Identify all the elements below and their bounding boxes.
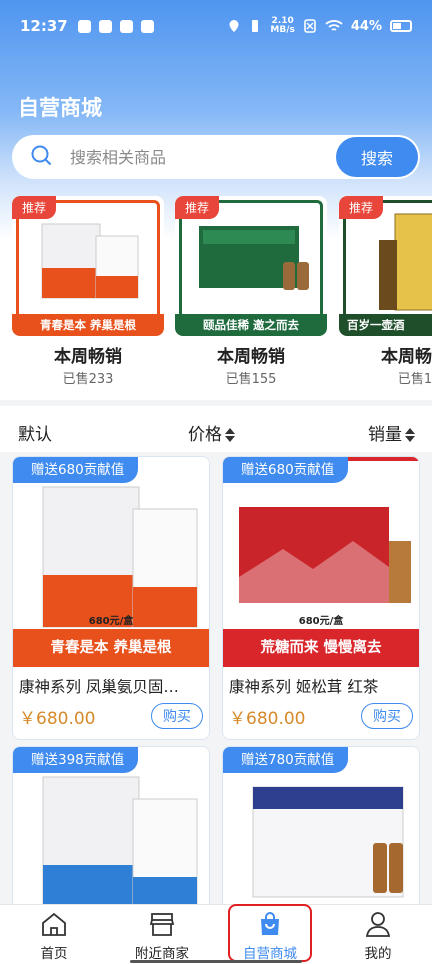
hot-title: 本周畅销 <box>217 347 285 367</box>
gift-points-tag: 赠送680贡献值 <box>13 457 139 483</box>
product-name: 康神系列 姬松茸 红茶 <box>229 678 379 696</box>
product-price: ￥680.00 <box>229 708 306 729</box>
recommend-tag: 推荐 <box>175 196 220 219</box>
product-image: 赠送398贡献值 <box>13 747 209 904</box>
status-time: 12:37 <box>20 17 68 35</box>
gift-points-tag: 赠送680贡献值 <box>223 457 349 483</box>
product-grid: 赠送680贡献值 680元/盒 青春是本 养巢是根 康神系列 凤巢氨贝固… ￥6… <box>0 452 432 904</box>
search-input[interactable] <box>70 147 336 167</box>
weekly-bestseller-row[interactable]: 推荐 青春是本 养巢是根 本周畅销 已售233 推荐 颐品佳稀 邀之而去 本周畅… <box>12 196 432 396</box>
home-icon <box>42 912 66 936</box>
product-name: 康神系列 凤巢氨贝固… <box>19 678 179 696</box>
product-image: 赠送680贡献值 680元/盒 青春是本 养巢是根 <box>13 457 209 667</box>
hot-sold-count: 已售155 <box>225 372 277 387</box>
hot-banner-text: 百岁一壶酒 <box>339 314 432 336</box>
search-button[interactable]: 搜索 <box>336 137 418 177</box>
battery-percent: 44% <box>350 18 382 34</box>
hot-product-image: 推荐 百岁一壶酒 <box>339 196 432 336</box>
wifi-icon <box>325 20 343 31</box>
buy-button[interactable]: 购买 <box>151 703 203 729</box>
tab-home[interactable]: 首页 <box>0 905 108 964</box>
package-price-label: 680元/盒 <box>298 616 344 627</box>
hot-product-card[interactable]: 推荐 百岁一壶酒 本周畅销 已售1 <box>339 196 432 390</box>
product-card[interactable]: 赠送398贡献值 <box>12 746 210 904</box>
active-tab-highlight <box>228 904 312 962</box>
product-card[interactable]: 赠送680贡献值 680元/盒 荒糖而来 慢慢离去 康神系列 姬松茸 红茶 ￥6… <box>222 456 420 740</box>
location-icon <box>229 20 239 32</box>
search-bar[interactable]: 搜索 <box>12 135 420 179</box>
status-bar: 12:37 2.10 MB/s 44% <box>0 0 432 52</box>
sort-arrows-icon <box>405 428 415 442</box>
hot-banner-text: 颐品佳稀 邀之而去 <box>175 314 327 336</box>
store-icon <box>149 913 175 936</box>
sort-default[interactable]: 默认 <box>18 420 52 445</box>
sort-bar: 默认 价格 销量 <box>0 406 432 452</box>
hot-sold-count: 已售233 <box>62 372 114 387</box>
package-price-label: 680元/盒 <box>88 616 134 627</box>
tab-nearby-merchants[interactable]: 附近商家 <box>108 905 216 964</box>
hot-product-image: 推荐 颐品佳稀 邀之而去 <box>175 196 327 336</box>
recommend-tag: 推荐 <box>339 196 384 219</box>
hot-product-card[interactable]: 推荐 颐品佳稀 邀之而去 本周畅销 已售155 <box>175 196 327 390</box>
product-image: 赠送680贡献值 680元/盒 荒糖而来 慢慢离去 <box>223 457 419 667</box>
sort-arrows-icon <box>225 428 235 442</box>
gift-points-tag: 赠送398贡献值 <box>13 747 139 773</box>
user-icon <box>365 912 391 937</box>
app-notification-icon <box>77 19 91 33</box>
network-speed: 2.10 MB/s <box>270 16 295 35</box>
tab-mine[interactable]: 我的 <box>324 905 432 964</box>
product-price: ￥680.00 <box>19 708 96 729</box>
hot-product-image: 推荐 青春是本 养巢是根 <box>12 196 164 336</box>
bottom-tab-bar: 首页 附近商家 自营商城 我的 <box>0 904 432 964</box>
sort-sales[interactable]: 销量 <box>368 420 415 445</box>
recommend-tag: 推荐 <box>12 196 57 219</box>
product-banner-text: 青春是本 养巢是根 <box>13 629 209 667</box>
no-sim-icon <box>304 19 316 33</box>
sort-price[interactable]: 价格 <box>188 420 235 445</box>
hot-sold-count: 已售1 <box>397 372 432 387</box>
gift-points-tag: 赠送780贡献值 <box>223 747 349 773</box>
app-notification-icon <box>98 19 112 33</box>
hot-product-card[interactable]: 推荐 青春是本 养巢是根 本周畅销 已售233 <box>12 196 164 390</box>
battery-icon <box>390 20 412 32</box>
product-image: 赠送780贡献值 <box>223 747 419 904</box>
hot-banner-text: 青春是本 养巢是根 <box>12 314 164 336</box>
notification-icons <box>77 19 154 33</box>
product-card[interactable]: 赠送780贡献值 <box>222 746 420 904</box>
hot-title: 本周畅销 <box>381 347 432 367</box>
product-banner-text: 荒糖而来 慢慢离去 <box>223 629 419 667</box>
app-notification-icon <box>119 19 133 33</box>
page-title: 自营商城 <box>18 96 102 120</box>
hot-title: 本周畅销 <box>54 347 122 367</box>
home-indicator <box>130 960 302 963</box>
buy-button[interactable]: 购买 <box>361 703 413 729</box>
vibrate-icon <box>252 20 259 32</box>
product-card[interactable]: 赠送680贡献值 680元/盒 青春是本 养巢是根 康神系列 凤巢氨贝固… ￥6… <box>12 456 210 740</box>
app-notification-icon <box>140 19 154 33</box>
search-icon <box>30 144 70 170</box>
